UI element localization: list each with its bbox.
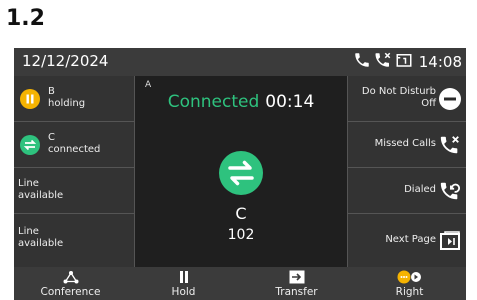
missed-call-icon	[439, 134, 461, 160]
dialed-key[interactable]: Dialed	[347, 168, 466, 214]
dnd-icon	[439, 88, 461, 114]
conference-label: Conference	[40, 286, 101, 298]
hold-softkey[interactable]: Hold	[127, 267, 240, 300]
dnd-key[interactable]: Do Not Disturb Off	[347, 76, 466, 122]
transfer-softkey[interactable]: Transfer	[240, 267, 353, 300]
line-key-b-label: Bholding	[48, 86, 86, 109]
remote-party-name: C	[235, 204, 247, 223]
next-page-icon	[439, 230, 461, 256]
line-key-c[interactable]: Cconnected	[14, 122, 135, 168]
next-page-label: Next Page	[385, 234, 436, 245]
conference-softkey[interactable]: Conference	[14, 267, 127, 300]
status-icons: 14:08	[353, 51, 462, 73]
missed-calls-key[interactable]: Missed Calls	[347, 122, 466, 168]
dialed-label: Dialed	[404, 184, 436, 195]
right-label: Right	[395, 286, 424, 298]
hold-label: Hold	[171, 286, 196, 298]
line-key-4[interactable]: Line available	[14, 214, 135, 267]
call-panel: A Connected 00:14 C 102	[135, 76, 347, 267]
line-key-3[interactable]: Line available	[14, 168, 135, 214]
softkey-bar: Conference Hold Transfer Right	[14, 267, 466, 300]
line-key-4-label: Line available	[18, 226, 64, 249]
line-keys-left: Bholding Cconnected Line available Line av…	[14, 76, 135, 267]
transfer-icon	[20, 135, 40, 159]
dnd-label: Do Not Disturb Off	[361, 86, 436, 109]
line-key-b[interactable]: Bholding	[14, 76, 135, 122]
clock-time: 14:08	[418, 53, 462, 71]
missed-call-status-icon	[373, 51, 393, 73]
feature-keys-right: Do Not Disturb Off Missed Calls Dialed Ne…	[347, 76, 466, 267]
phone-screen: 12/12/2024 14:08 Bholding Cconnected Lin…	[14, 48, 466, 300]
active-line-letter: A	[145, 80, 152, 90]
next-page-key[interactable]: Next Page	[347, 214, 466, 267]
phone-icon	[353, 51, 371, 73]
connected-call-icon	[219, 151, 263, 199]
right-softkey[interactable]: Right	[353, 267, 466, 300]
line-key-3-label: Line available	[18, 178, 64, 201]
call-status: Connected 00:14	[135, 92, 347, 112]
date-label: 12/12/2024	[22, 52, 109, 70]
page-heading: 1.2	[6, 6, 45, 31]
dialed-call-icon	[439, 180, 461, 206]
missed-calls-label: Missed Calls	[374, 138, 436, 149]
status-bar: 12/12/2024 14:08	[14, 48, 466, 76]
call-duration: 00:14	[265, 92, 315, 112]
call-state: Connected	[167, 92, 260, 112]
voicemail-icon	[395, 51, 413, 73]
remote-party-number: 102	[227, 227, 255, 243]
line-key-c-label: Cconnected	[48, 132, 101, 155]
hold-icon	[20, 89, 40, 113]
transfer-label: Transfer	[275, 286, 318, 298]
